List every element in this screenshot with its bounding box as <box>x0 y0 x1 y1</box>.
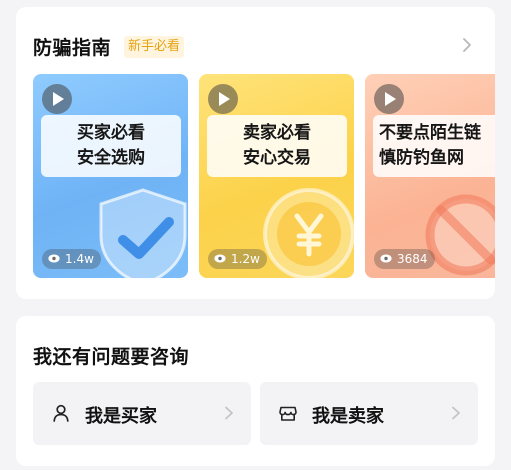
caption-line: 安全选购 <box>77 148 145 168</box>
newbie-badge: 新手必看 <box>124 36 185 58</box>
guide-header[interactable]: 防骗指南 新手必看 <box>16 7 495 77</box>
view-count: 3684 <box>374 249 435 269</box>
consult-card: 我还有问题要咨询 我是买家 我是卖家 <box>16 316 495 466</box>
video-caption: 买家必看 安全选购 <box>41 115 181 177</box>
play-icon[interactable] <box>374 84 404 114</box>
store-icon <box>279 406 297 421</box>
play-icon[interactable] <box>208 84 238 114</box>
caption-line: 不要点陌生链 <box>379 123 481 143</box>
seller-button[interactable]: 我是卖家 <box>260 382 478 445</box>
caption-line: 慎防钓鱼网 <box>379 148 464 168</box>
video-card-seller-safety[interactable]: 卖家必看 安心交易 1.2w <box>199 74 354 278</box>
view-count: 1.4w <box>42 249 101 269</box>
view-count-text: 1.4w <box>65 252 94 266</box>
buyer-label: 我是买家 <box>85 406 157 427</box>
yen-coin-icon <box>263 188 354 278</box>
anti-fraud-guide-card: 防骗指南 新手必看 买家必看 安全选购 1.4w 卖家必看 安心交易 1.2w … <box>16 7 495 299</box>
play-icon[interactable] <box>42 84 72 114</box>
caption-line: 买家必看 <box>77 123 145 143</box>
shield-check-icon <box>99 188 187 278</box>
consult-title: 我还有问题要咨询 <box>33 346 190 368</box>
caption-line: 安心交易 <box>243 148 311 168</box>
caption-line: 卖家必看 <box>243 123 311 143</box>
chevron-right-icon <box>225 406 233 420</box>
view-count-text: 3684 <box>397 252 428 266</box>
buyer-button[interactable]: 我是买家 <box>33 382 251 445</box>
chevron-right-icon <box>452 406 460 420</box>
eye-icon <box>380 254 392 263</box>
person-icon <box>53 404 69 422</box>
chevron-right-icon[interactable] <box>459 35 475 55</box>
seller-label: 我是卖家 <box>312 406 384 427</box>
view-count-text: 1.2w <box>231 252 260 266</box>
video-card-buyer-safety[interactable]: 买家必看 安全选购 1.4w <box>33 74 188 278</box>
video-card-phishing-warning[interactable]: 不要点陌生链 慎防钓鱼网 3684 <box>365 74 495 278</box>
video-caption: 卖家必看 安心交易 <box>207 115 347 177</box>
view-count: 1.2w <box>208 249 267 269</box>
guide-title: 防骗指南 <box>33 37 112 59</box>
video-carousel[interactable]: 买家必看 安全选购 1.4w 卖家必看 安心交易 1.2w 不要点陌生链 慎防钓… <box>33 74 495 278</box>
eye-icon <box>48 254 60 263</box>
eye-icon <box>214 254 226 263</box>
video-caption: 不要点陌生链 慎防钓鱼网 <box>373 115 495 177</box>
